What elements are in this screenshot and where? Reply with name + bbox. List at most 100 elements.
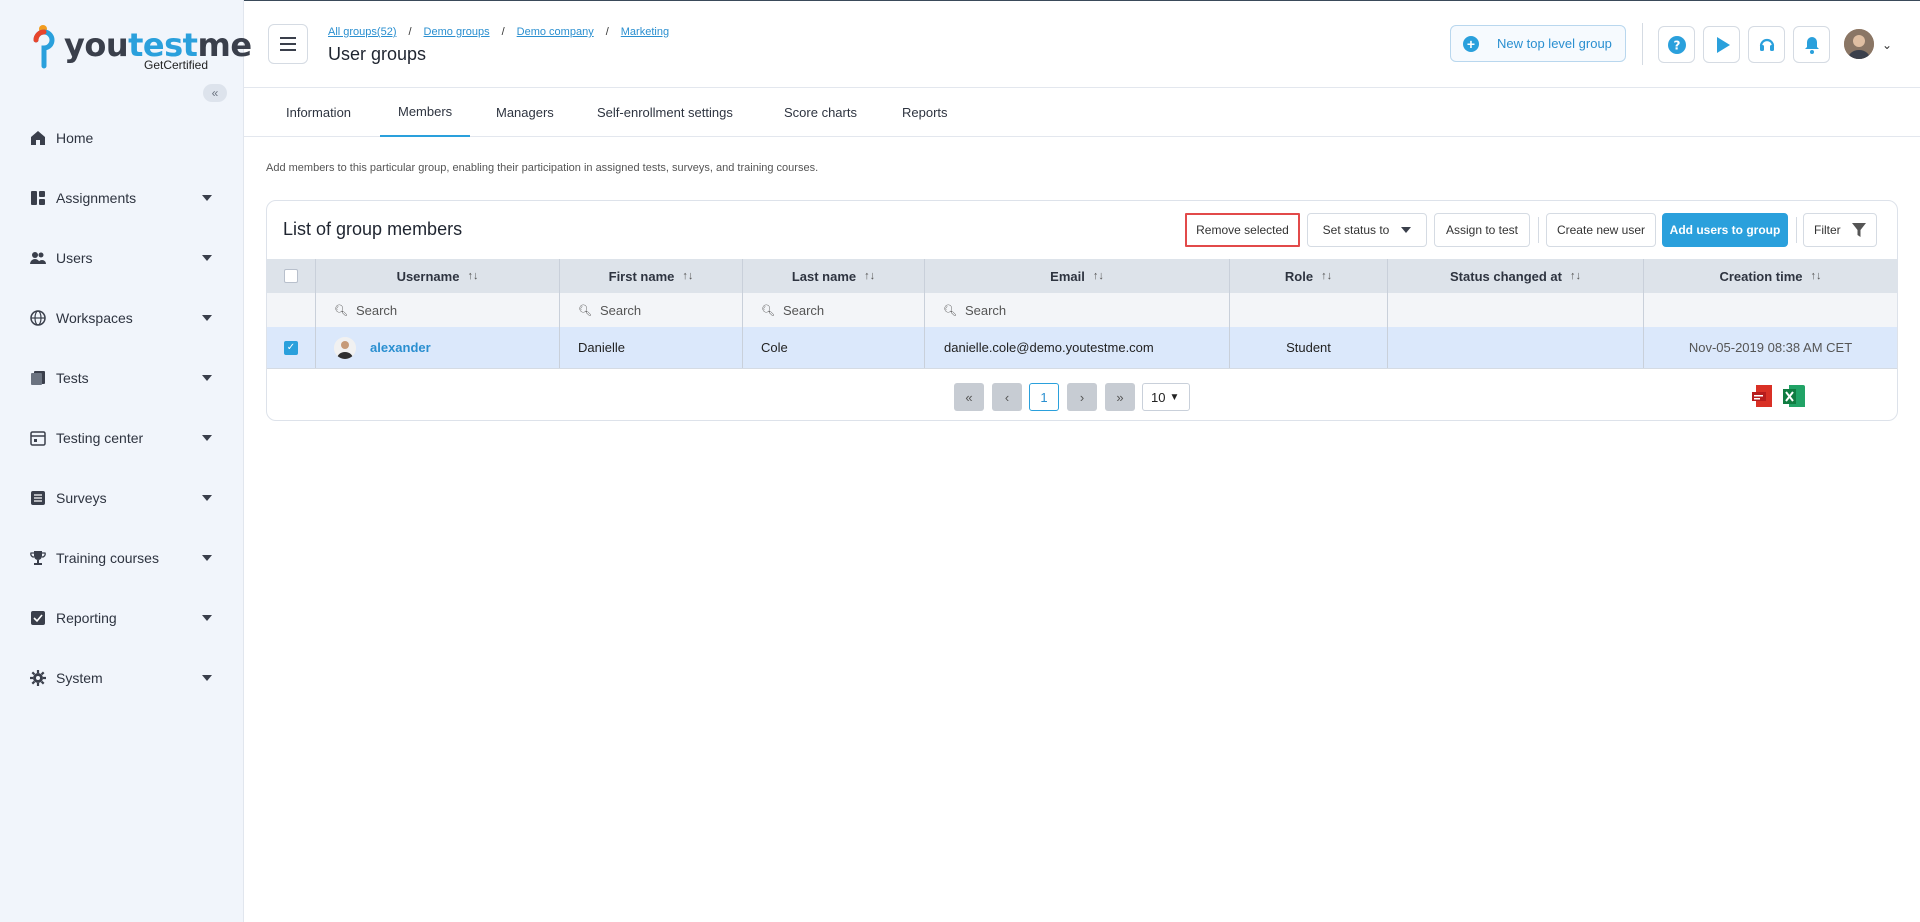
table-row[interactable]: ✓ alexander Danielle Cole danielle.cole@…	[267, 327, 1897, 369]
sidebar-item-label: Reporting	[56, 610, 117, 626]
column-header-email[interactable]: Email ↑↓	[925, 259, 1230, 293]
sidebar-item-users[interactable]: Users	[0, 228, 244, 288]
tab-members[interactable]: Members	[380, 88, 471, 137]
toolbar-divider	[1796, 217, 1797, 243]
sidebar-item-reporting[interactable]: Reporting	[0, 588, 244, 648]
caret-down-icon	[202, 315, 212, 321]
plus-icon: +	[1463, 35, 1479, 52]
group-members-card: List of group members Remove selected Se…	[266, 200, 1898, 421]
creation-time-cell: Nov-05-2019 08:38 AM CET	[1688, 340, 1853, 355]
sidebar-item-label: Tests	[56, 370, 89, 386]
create-new-user-button[interactable]: Create new user	[1546, 213, 1656, 247]
sort-icon: ↑↓	[682, 270, 694, 282]
caret-down-icon	[202, 255, 212, 261]
logo[interactable]: youtestme GetCertified	[30, 22, 252, 74]
caret-down-icon	[202, 435, 212, 441]
user-avatar[interactable]	[1844, 29, 1874, 59]
sidebar-item-assignments[interactable]: Assignments	[0, 168, 244, 228]
breadcrumb-separator: /	[408, 26, 412, 38]
page-size-select[interactable]: 10 ▼	[1142, 383, 1190, 411]
status-changed-cell	[1388, 327, 1644, 368]
breadcrumb-separator: /	[605, 26, 609, 38]
first-page-button[interactable]: «	[954, 383, 984, 411]
breadcrumb: All groups(52) / Demo groups / Demo comp…	[328, 26, 669, 38]
sidebar-nav: Home Assignments Users Workspaces Tests Testi…	[0, 108, 244, 708]
previous-page-button[interactable]: ‹	[992, 383, 1022, 411]
search-username-input[interactable]: 🔍︎ Search	[316, 293, 560, 327]
bell-icon	[1804, 36, 1819, 54]
remove-selected-button[interactable]: Remove selected	[1185, 213, 1300, 247]
page-button-current[interactable]: 1	[1029, 383, 1059, 411]
filter-button[interactable]: Filter	[1803, 213, 1877, 247]
search-icon: 🔍︎	[334, 304, 348, 317]
new-top-level-group-button[interactable]: + New top level group	[1450, 25, 1626, 62]
survey-icon	[30, 490, 46, 506]
row-checkbox[interactable]: ✓	[284, 340, 298, 355]
hamburger-menu-button[interactable]	[268, 24, 308, 64]
chevron-down-icon[interactable]: ⌄	[1882, 38, 1892, 52]
column-header-role[interactable]: Role ↑↓	[1230, 259, 1388, 293]
caret-down-icon	[202, 615, 212, 621]
sort-icon: ↑↓	[1569, 270, 1581, 282]
hamburger-icon	[280, 37, 296, 39]
sidebar-item-label: Users	[56, 250, 93, 266]
assign-to-test-button[interactable]: Assign to test	[1434, 213, 1530, 247]
sidebar-item-tests[interactable]: Tests	[0, 348, 244, 408]
excel-export-icon[interactable]	[1783, 385, 1805, 409]
help-button[interactable]: ?	[1658, 26, 1695, 63]
tab-self-enrollment-settings[interactable]: Self-enrollment settings	[597, 88, 733, 137]
sort-icon: ↑↓	[1321, 270, 1333, 282]
search-icon: 🔍︎	[761, 304, 775, 317]
sidebar-item-training-courses[interactable]: Training courses	[0, 528, 244, 588]
toolbar-divider	[1538, 217, 1539, 243]
sidebar-item-testing-center[interactable]: Testing center	[0, 408, 244, 468]
tab-managers[interactable]: Managers	[496, 88, 554, 137]
caret-down-icon	[202, 195, 212, 201]
page-title: User groups	[328, 44, 427, 64]
column-header-username[interactable]: Username ↑↓	[316, 259, 560, 293]
breadcrumb-demo-groups[interactable]: Demo groups	[424, 26, 490, 38]
gear-icon	[30, 670, 46, 686]
column-header-status-changed-at[interactable]: Status changed at ↑↓	[1388, 259, 1644, 293]
double-chevron-left-icon: «	[965, 389, 973, 405]
search-first-name-input[interactable]: 🔍︎ Search	[560, 293, 743, 327]
next-page-button[interactable]: ›	[1067, 383, 1097, 411]
caret-down-icon	[202, 375, 212, 381]
sidebar-item-system[interactable]: System	[0, 648, 244, 708]
notifications-button[interactable]	[1793, 26, 1830, 63]
top-header: All groups(52) / Demo groups / Demo comp…	[244, 0, 1920, 88]
table-search-row: 🔍︎ Search 🔍︎ Search 🔍︎ Search 🔍︎ Search	[267, 293, 1897, 327]
search-email-input[interactable]: 🔍︎ Search	[925, 293, 1230, 327]
breadcrumb-demo-company[interactable]: Demo company	[517, 26, 594, 38]
header-divider	[1642, 23, 1643, 65]
breadcrumb-all-groups[interactable]: All groups(52)	[328, 26, 396, 38]
sidebar-item-surveys[interactable]: Surveys	[0, 468, 244, 528]
select-all-cell	[267, 259, 316, 293]
pdf-export-icon[interactable]	[1752, 385, 1774, 409]
tab-score-charts[interactable]: Score charts	[784, 88, 857, 137]
breadcrumb-marketing[interactable]: Marketing	[621, 26, 669, 38]
tab-information[interactable]: Information	[286, 88, 351, 137]
select-all-checkbox[interactable]	[284, 269, 298, 283]
column-header-last-name[interactable]: Last name ↑↓	[743, 259, 925, 293]
set-status-label: Set status to	[1322, 223, 1390, 237]
sidebar-item-workspaces[interactable]: Workspaces	[0, 288, 244, 348]
new-top-level-group-label: New top level group	[1497, 36, 1612, 51]
support-button[interactable]	[1748, 26, 1785, 63]
email-cell: danielle.cole@demo.youtestme.com	[925, 327, 1230, 368]
sidebar-item-home[interactable]: Home	[0, 108, 244, 168]
play-tutorial-button[interactable]	[1703, 26, 1740, 63]
trophy-icon	[30, 550, 46, 566]
column-header-creation-time[interactable]: Creation time ↑↓	[1644, 259, 1897, 293]
add-users-to-group-button[interactable]: Add users to group	[1662, 213, 1788, 247]
help-icon: ?	[1667, 35, 1686, 54]
username-link[interactable]: alexander	[370, 340, 431, 355]
tab-reports[interactable]: Reports	[902, 88, 948, 137]
column-header-first-name[interactable]: First name ↑↓	[560, 259, 743, 293]
last-page-button[interactable]: »	[1105, 383, 1135, 411]
set-status-dropdown[interactable]: Set status to	[1307, 213, 1427, 247]
users-icon	[30, 250, 46, 266]
collapse-sidebar-button[interactable]: «	[203, 84, 227, 102]
search-last-name-input[interactable]: 🔍︎ Search	[743, 293, 925, 327]
tests-icon	[30, 370, 46, 386]
